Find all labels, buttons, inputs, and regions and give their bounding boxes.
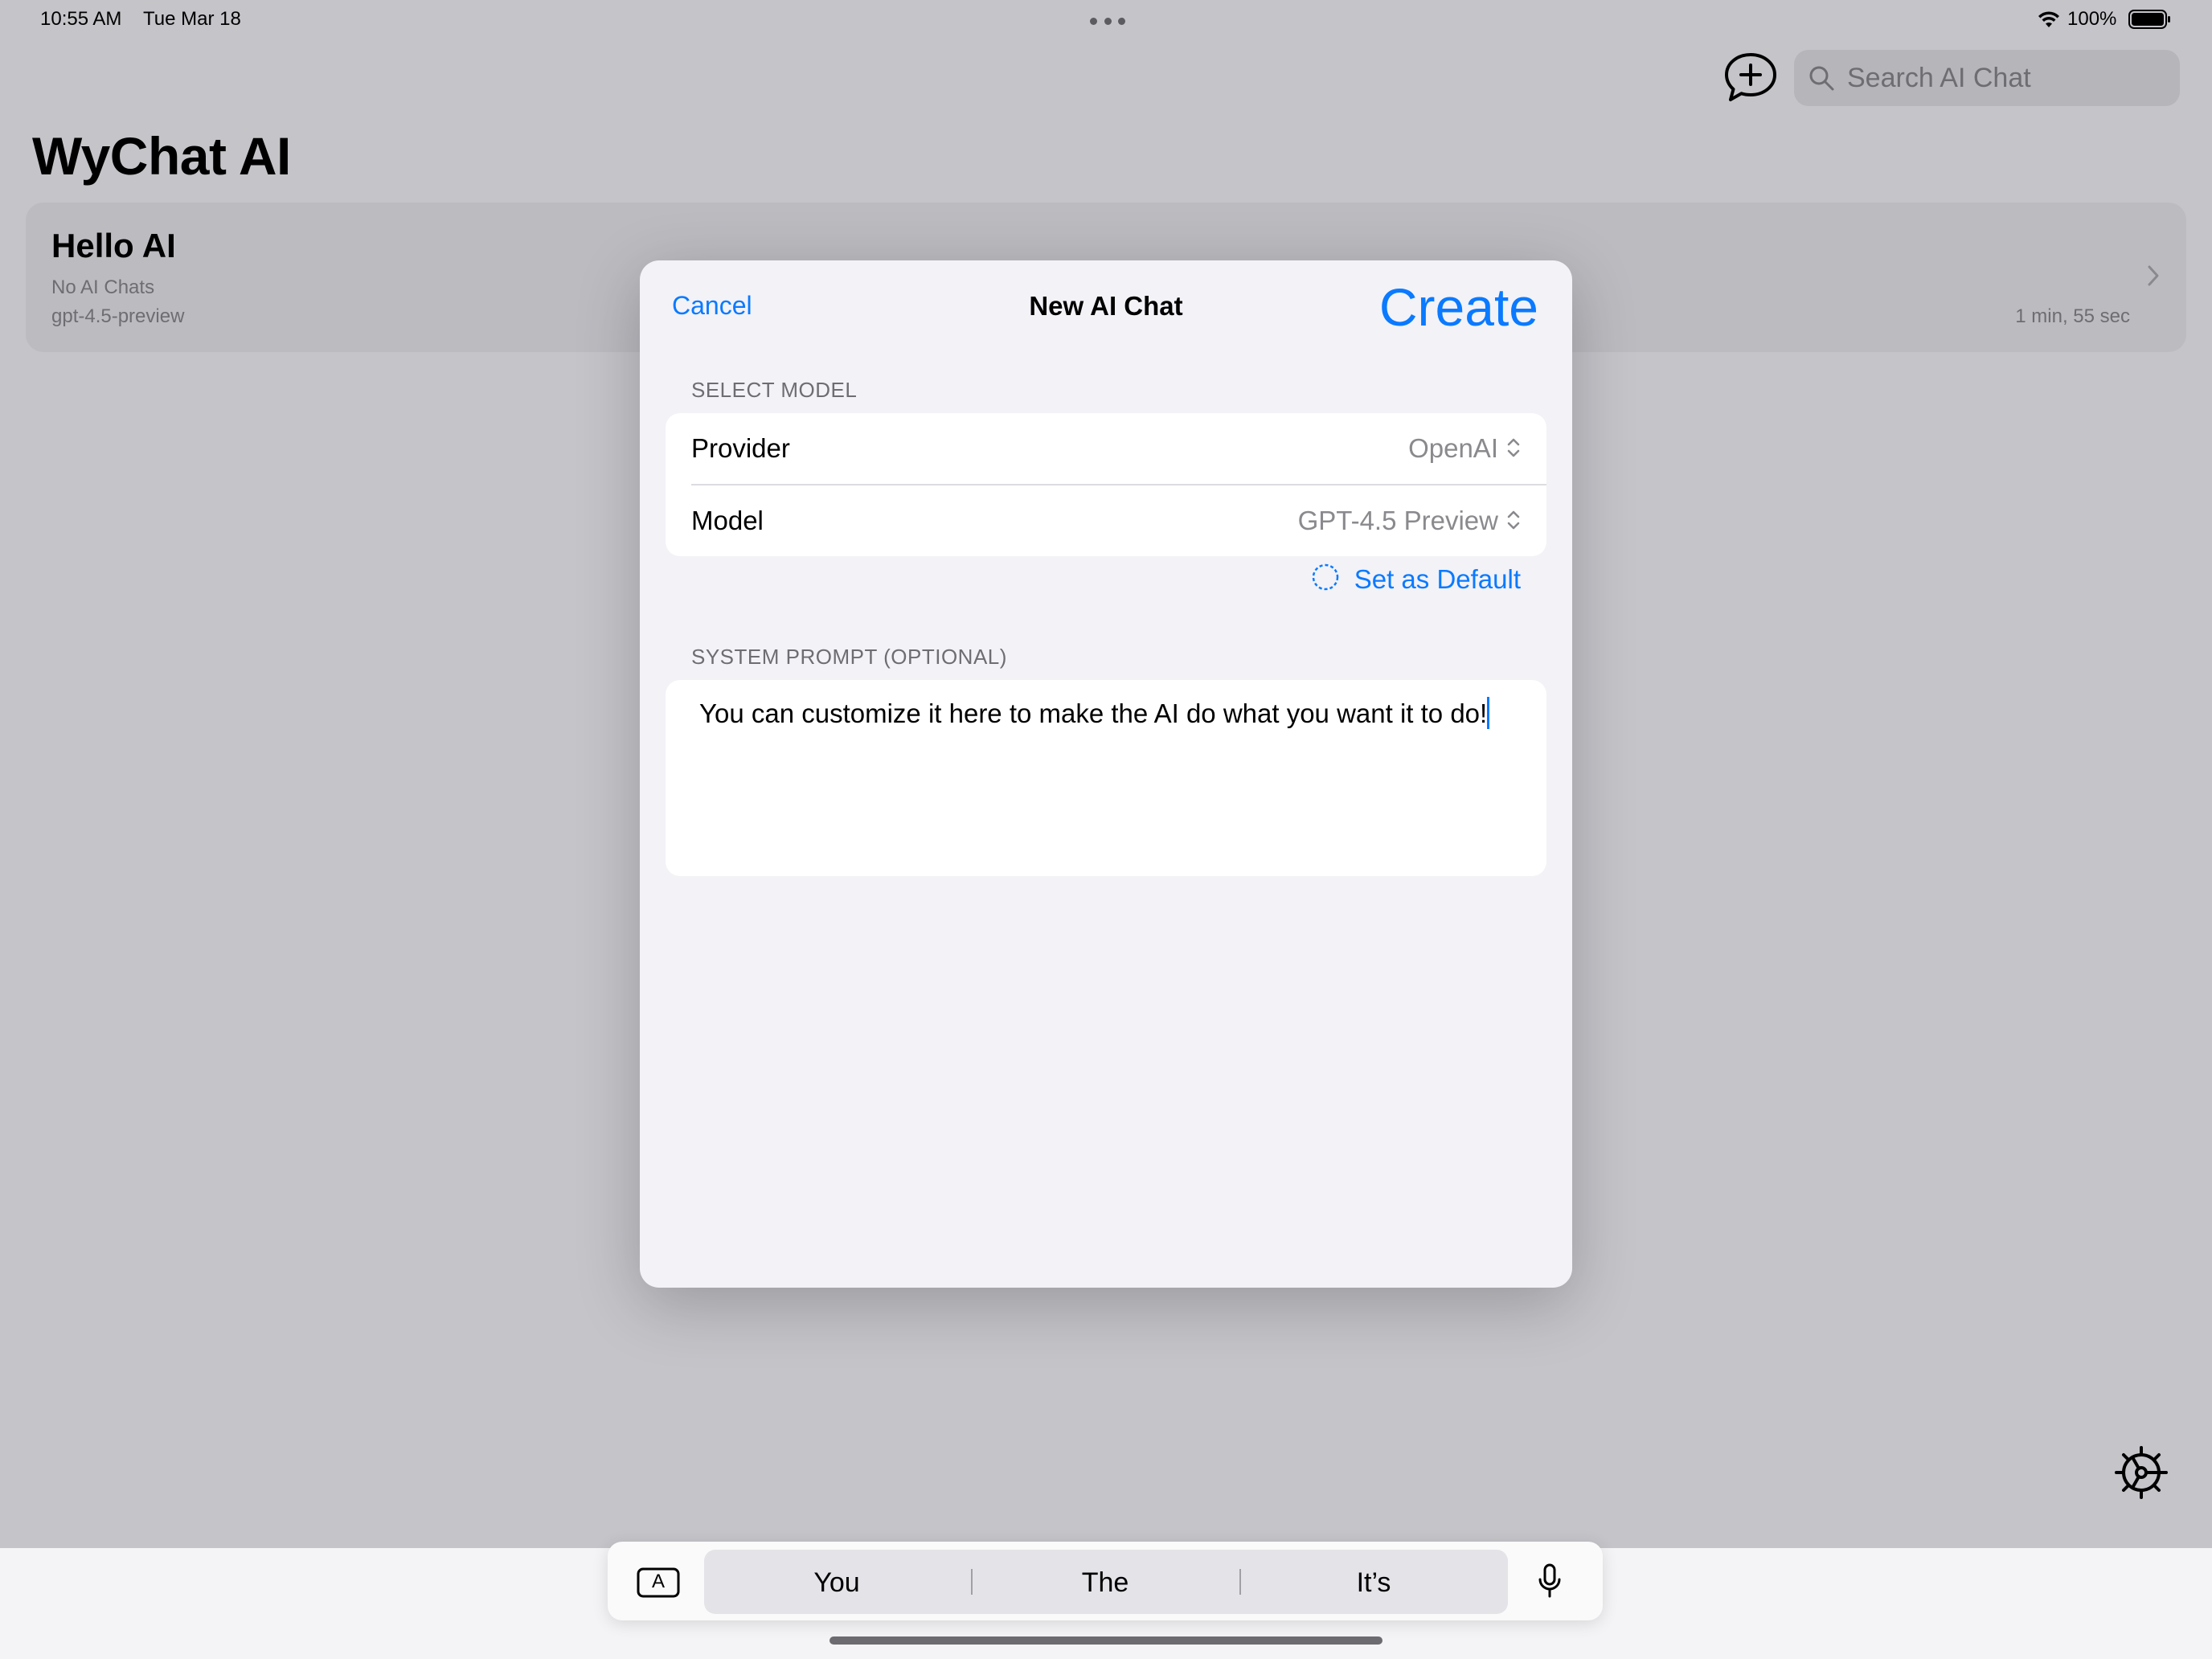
chat-name: Hello AI (51, 227, 176, 264)
new-chat-icon[interactable] (1723, 51, 1778, 109)
provider-row[interactable]: Provider OpenAI (666, 413, 1546, 484)
select-model-label: SELECT MODEL (691, 378, 858, 402)
set-default-toggle[interactable]: Set as Default (1311, 563, 1521, 596)
set-default-label: Set as Default (1354, 563, 1521, 594)
search-placeholder: Search AI Chat (1847, 62, 2031, 93)
status-date: Tue Mar 18 (143, 8, 241, 30)
model-label: Model (691, 506, 764, 535)
page-title: WyChat AI (32, 126, 291, 186)
status-time: 10:55 AM (40, 8, 122, 30)
system-prompt-text: You can customize it here to make the AI… (699, 698, 1488, 728)
microphone-icon[interactable] (1537, 1563, 1563, 1604)
chevron-up-down-icon (1506, 508, 1521, 536)
home-indicator[interactable] (830, 1636, 1382, 1645)
model-row[interactable]: Model GPT-4.5 Preview (666, 485, 1546, 556)
predictive-suggestions: You The It’s (704, 1550, 1508, 1614)
chat-model: gpt-4.5-preview (51, 305, 185, 327)
chevron-up-down-icon (1506, 436, 1521, 464)
provider-label: Provider (691, 433, 790, 463)
chat-subtitle: No AI Chats (51, 276, 155, 298)
settings-icon[interactable] (2112, 1444, 2170, 1505)
suggestion-1[interactable]: You (704, 1567, 969, 1599)
format-key-label: A (651, 1571, 665, 1592)
provider-picker[interactable]: OpenAI (1408, 433, 1498, 464)
suggestion-2[interactable]: The (973, 1567, 1238, 1599)
search-icon (1807, 63, 1836, 92)
new-chat-modal: Cancel New AI Chat Create SELECT MODEL P… (640, 260, 1572, 1288)
text-format-icon[interactable]: A (637, 1567, 680, 1602)
battery-percent: 100% (2067, 8, 2117, 30)
suggestion-3[interactable]: It’s (1241, 1567, 1506, 1599)
text-caret (1487, 697, 1490, 729)
chevron-right-icon (2146, 264, 2161, 292)
multitasking-dots-icon[interactable] (1090, 18, 1125, 26)
keyboard-shortcut-bar: A You The It’s (608, 1542, 1603, 1620)
wifi-icon (2037, 10, 2061, 33)
battery-icon (2128, 10, 2172, 33)
model-settings-group: Provider OpenAI Model GPT-4.5 Preview (666, 413, 1546, 556)
model-picker[interactable]: GPT-4.5 Preview (1298, 506, 1498, 536)
search-input[interactable]: Search AI Chat (1794, 50, 2180, 106)
create-button[interactable]: Create (1379, 276, 1538, 338)
system-prompt-field[interactable]: You can customize it here to make the AI… (666, 680, 1546, 876)
system-prompt-label: SYSTEM PROMPT (OPTIONAL) (691, 645, 1007, 669)
dashed-circle-icon (1311, 563, 1340, 596)
chat-time: 1 min, 55 sec (2015, 305, 2130, 327)
